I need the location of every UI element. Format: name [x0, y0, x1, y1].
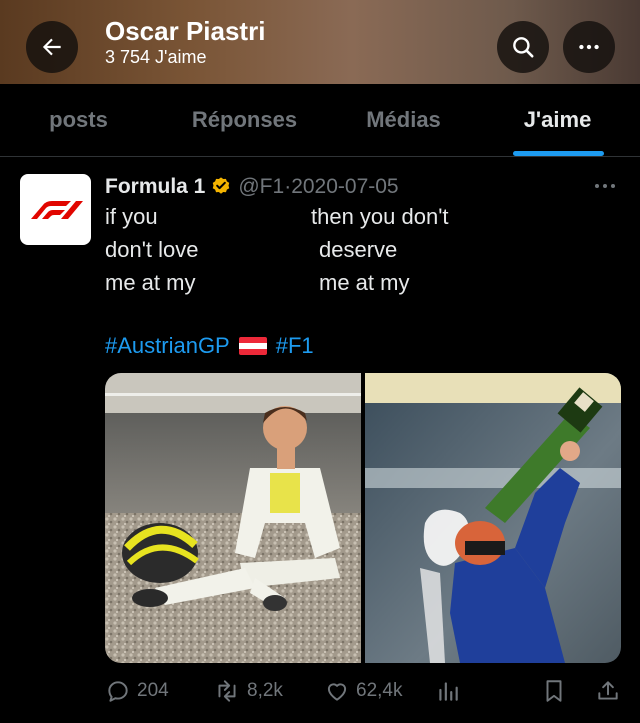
verified-badge-icon	[210, 176, 232, 198]
tab-media[interactable]: Médias	[332, 84, 475, 156]
profile-name: Oscar Piastri	[105, 16, 266, 46]
share-button[interactable]	[595, 676, 627, 706]
share-icon	[598, 681, 618, 700]
post-text-left-line-3: me at my	[105, 270, 196, 295]
more-button[interactable]	[563, 21, 615, 73]
search-icon	[513, 37, 534, 58]
post-hashtags: #AustrianGP #F1	[105, 333, 314, 359]
like-count: 62,4k	[356, 680, 403, 701]
views-button[interactable]	[435, 676, 467, 706]
post-media	[105, 373, 621, 663]
likes-count: 3 754 J'aime	[105, 47, 207, 67]
post-more-button[interactable]	[592, 176, 618, 201]
tab-replies[interactable]: Réponses	[157, 84, 332, 156]
back-button[interactable]	[26, 21, 78, 73]
bookmark-icon	[546, 680, 562, 702]
more-horizontal-icon	[595, 184, 615, 188]
more-horizontal-icon	[579, 44, 599, 50]
post-text-right-line-2: deserve	[319, 237, 398, 262]
avatar[interactable]	[20, 174, 91, 245]
hashtag-austriangp[interactable]: #AustrianGP	[105, 333, 230, 359]
reply-icon	[108, 681, 128, 702]
post-header: Formula 1 @F1 · 2020-07-05	[105, 174, 399, 200]
driver-sitting-in-gravel-photo[interactable]	[105, 373, 361, 663]
austria-flag-icon	[238, 337, 267, 355]
active-tab-indicator	[513, 151, 604, 156]
post-text-right-line-3: me at my	[319, 270, 410, 295]
bookmark-button[interactable]	[541, 676, 573, 706]
analytics-icon	[439, 682, 458, 701]
separator-dot: ·	[284, 175, 292, 198]
post-actions: 204 8,2k 62,4k	[105, 676, 625, 706]
repost-icon	[218, 680, 236, 702]
author-handle[interactable]: @F1	[238, 175, 284, 199]
post-date[interactable]: 2020-07-05	[291, 175, 398, 199]
tab-posts[interactable]: posts	[0, 84, 157, 156]
author-name[interactable]: Formula 1	[105, 175, 205, 199]
hashtag-f1[interactable]: #F1	[276, 333, 314, 359]
search-button[interactable]	[497, 21, 549, 73]
post-text-left-line-1: if you	[105, 204, 158, 229]
repost-count: 8,2k	[247, 680, 283, 701]
f1-logo-icon	[30, 200, 83, 219]
driver-drinking-champagne-photo[interactable]	[365, 373, 621, 663]
like-button[interactable]: 62,4k	[324, 676, 402, 706]
profile-header: Oscar Piastri 3 754 J'aime	[0, 0, 640, 84]
post-text-left-line-2: don't love	[105, 237, 199, 262]
reply-count: 204	[137, 680, 169, 701]
post-text-right-line-1: then you don't	[311, 204, 449, 229]
repost-button[interactable]: 8,2k	[213, 676, 283, 706]
tab-likes[interactable]: J'aime	[475, 84, 640, 156]
heart-icon	[327, 683, 347, 701]
reply-button[interactable]: 204	[105, 676, 169, 706]
profile-tabs: posts Réponses Médias J'aime	[0, 84, 640, 157]
arrow-left-icon	[42, 38, 61, 56]
